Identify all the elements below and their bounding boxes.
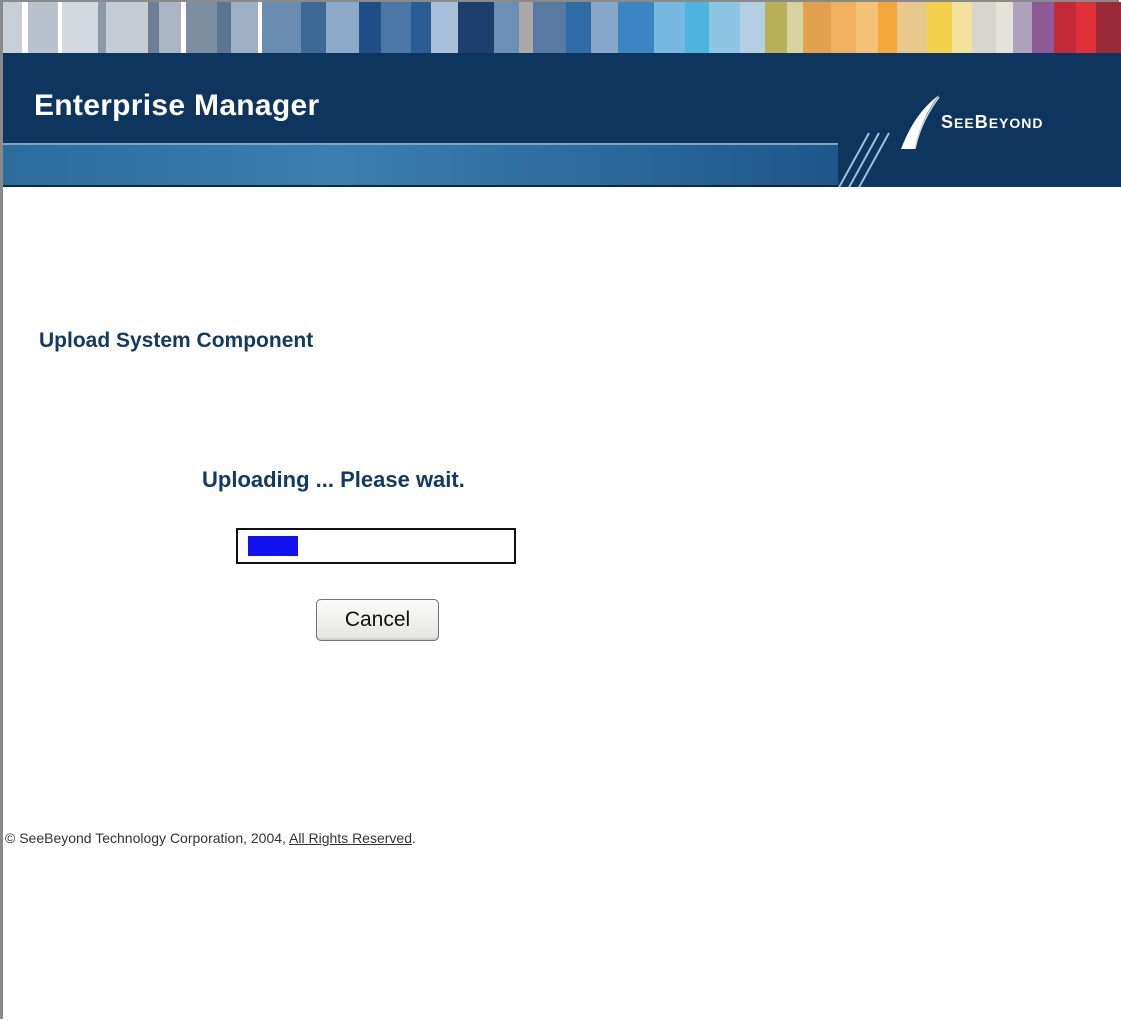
header-banner: Enterprise Manager SEEBEYOND <box>3 53 1121 187</box>
upload-status-text: Uploading ... Please wait. <box>202 467 465 492</box>
stripe-segment <box>618 2 655 53</box>
stripe-segment <box>971 2 997 53</box>
slash-decoration-icon <box>838 132 890 187</box>
stripe-segment <box>855 2 878 53</box>
decorative-color-stripe <box>3 2 1121 53</box>
stripe-segment <box>519 2 533 53</box>
stripe-segment <box>532 2 566 53</box>
stripe-segment <box>325 2 359 53</box>
stripe-segment <box>739 2 765 53</box>
stripe-segment <box>1076 2 1096 53</box>
stripe-segment <box>216 2 231 53</box>
stripe-segment <box>897 2 928 53</box>
stripe-segment <box>494 2 519 53</box>
stripe-segment <box>411 2 431 53</box>
section-title: Upload System Component <box>39 329 314 352</box>
stripe-segment <box>709 2 740 53</box>
stripe-segment <box>565 2 591 53</box>
header-accent-bar <box>3 143 838 187</box>
stripe-segment <box>98 2 107 53</box>
stripe-segment <box>147 2 159 53</box>
copyright-text: © SeeBeyond Technology Corporation, 2004… <box>5 830 290 846</box>
stripe-segment <box>952 2 972 53</box>
stripe-segment <box>3 2 23 53</box>
stripe-segment <box>158 2 181 53</box>
footer-trailing: . <box>411 830 416 846</box>
stripe-segment <box>186 2 217 53</box>
stripe-segment <box>458 2 495 53</box>
stripe-segment <box>106 2 148 53</box>
progress-fill <box>248 536 298 556</box>
stripe-segment <box>830 2 856 53</box>
stripe-segment <box>996 2 1013 53</box>
stripe-segment <box>381 2 412 53</box>
stripe-segment <box>1032 2 1055 53</box>
stripe-segment <box>590 2 619 53</box>
stripe-segment <box>62 2 99 53</box>
stripe-segment <box>230 2 259 53</box>
stripe-segment <box>430 2 459 53</box>
stripe-segment <box>803 2 831 53</box>
stripe-segment <box>301 2 326 53</box>
stripe-segment <box>358 2 382 53</box>
stripe-segment <box>927 2 953 53</box>
stripe-segment <box>786 2 804 53</box>
app-title: Enterprise Manager <box>34 89 320 122</box>
stripe-segment <box>27 2 59 53</box>
stripe-segment <box>1012 2 1033 53</box>
stripe-segment <box>877 2 898 53</box>
brand-wordmark: SEEBEYOND <box>941 112 1044 132</box>
stripe-segment <box>684 2 710 53</box>
stripe-segment <box>262 2 301 53</box>
stripe-segment <box>1054 2 1077 53</box>
stripe-segment <box>764 2 787 53</box>
seebeyond-swoosh-icon <box>901 95 940 150</box>
upload-progress-bar <box>236 528 516 564</box>
cancel-button[interactable]: Cancel <box>316 599 439 641</box>
stripe-segment <box>1095 2 1121 53</box>
all-rights-reserved-link[interactable]: All Rights Reserved <box>289 830 412 846</box>
footer-copyright: © SeeBeyond Technology Corporation, 2004… <box>5 830 416 846</box>
stripe-segment <box>654 2 685 53</box>
brand-logo: SEEBEYOND <box>897 93 1121 153</box>
